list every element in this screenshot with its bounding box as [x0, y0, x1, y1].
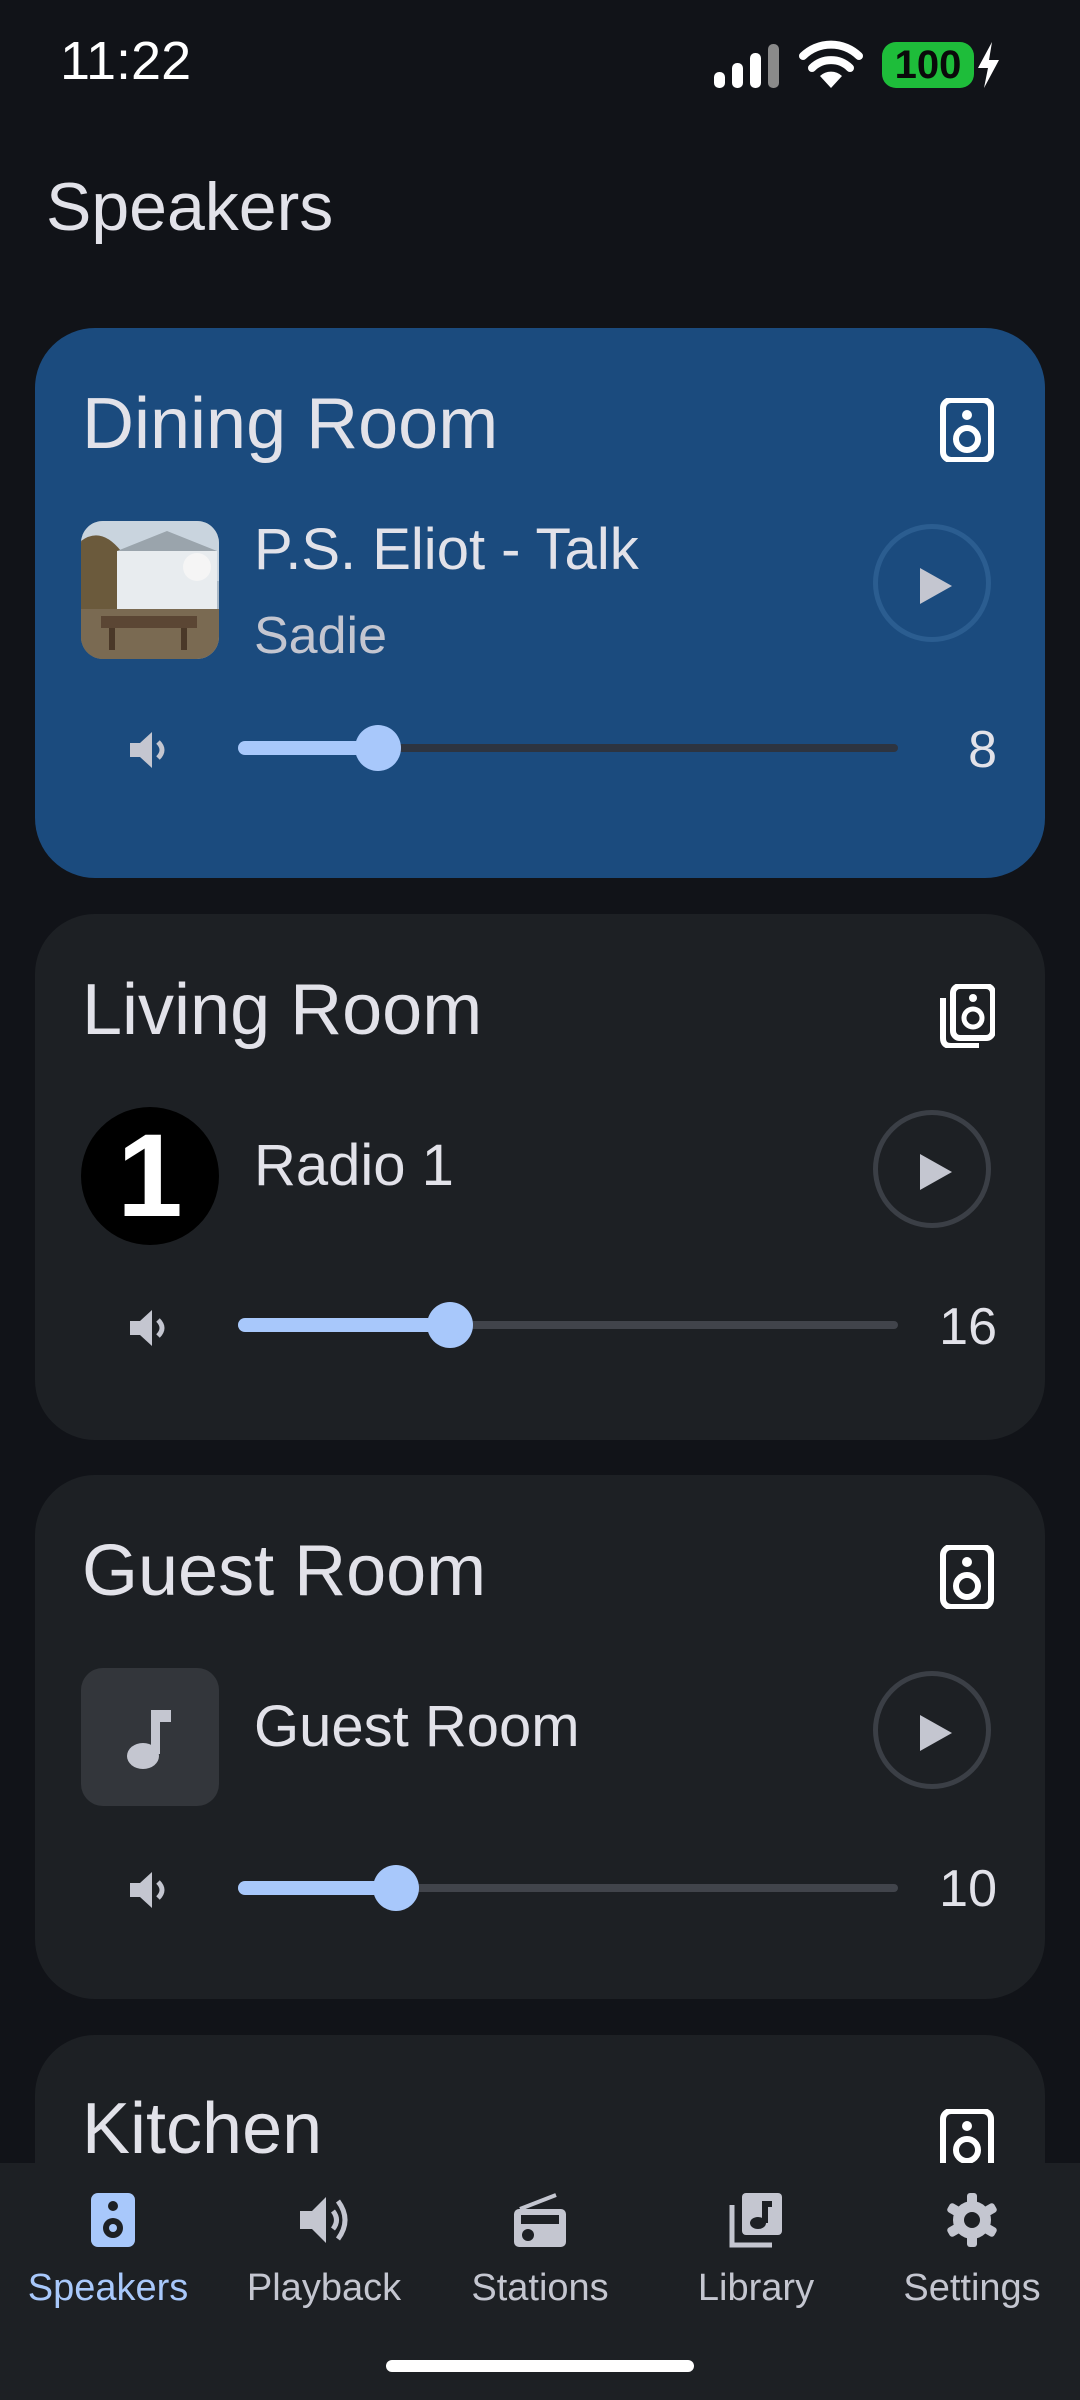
speaker-icon[interactable] — [939, 398, 995, 462]
wifi-icon — [799, 40, 863, 88]
nav-settings[interactable]: Settings — [864, 2163, 1080, 2353]
nav-label: Library — [697, 2267, 815, 2309]
library-music-icon — [729, 2193, 782, 2248]
battery-indicator: 100 — [882, 40, 1000, 90]
volume-slider[interactable] — [238, 1300, 898, 1350]
home-indicator[interactable] — [386, 2360, 694, 2372]
cellular-signal-icon — [714, 44, 779, 88]
volume-icon — [130, 1310, 165, 1346]
volume-slider[interactable] — [238, 1863, 898, 1913]
volume-value: 10 — [939, 1860, 997, 1918]
source-name: Guest Room — [254, 1694, 580, 1759]
status-time: 11:22 — [60, 31, 192, 91]
gear-icon — [947, 2193, 997, 2247]
nav-speakers[interactable]: Speakers — [0, 2163, 216, 2353]
battery-level: 100 — [882, 42, 974, 88]
speaker-icon — [91, 2193, 135, 2247]
nav-label: Stations — [471, 2267, 609, 2309]
nav-label: Playback — [246, 2267, 402, 2309]
album-art — [81, 521, 219, 659]
nav-label: Settings — [903, 2267, 1041, 2309]
room-name: Guest Room — [82, 1531, 487, 1611]
speaker-card-guest-room[interactable]: Guest Room Guest Room 10 — [35, 1475, 1045, 1999]
slider-thumb[interactable] — [427, 1302, 473, 1348]
track-artist: Sadie — [254, 607, 387, 665]
radio-icon — [514, 2193, 566, 2247]
slider-thumb[interactable] — [355, 725, 401, 771]
volume-value: 8 — [968, 721, 997, 779]
nav-stations[interactable]: Stations — [432, 2163, 648, 2353]
room-name: Kitchen — [82, 2089, 323, 2169]
speaker-card-dining-room[interactable]: Dining Room P.S. Eliot - Talk Sadie 8 — [35, 328, 1045, 878]
radio-1-logo-text: 1 — [117, 1110, 183, 1242]
play-button[interactable] — [873, 1671, 991, 1789]
page-title: Speakers — [46, 169, 334, 245]
charging-bolt-icon — [978, 42, 999, 88]
speaker-card-living-room[interactable]: Living Room 1 Radio 1 16 — [35, 914, 1045, 1440]
play-button[interactable] — [873, 1110, 991, 1228]
music-note-icon — [81, 1668, 219, 1806]
station-name: Radio 1 — [254, 1133, 454, 1198]
slider-fill — [238, 1318, 450, 1332]
volume-icon — [300, 2197, 348, 2243]
nav-label: Speakers — [27, 2267, 189, 2309]
speaker-icon[interactable] — [939, 1545, 995, 1609]
track-title: P.S. Eliot - Talk — [254, 517, 639, 582]
speaker-group-icon[interactable] — [939, 984, 995, 1048]
room-name: Living Room — [82, 970, 483, 1050]
volume-value: 16 — [939, 1298, 997, 1356]
nav-playback[interactable]: Playback — [216, 2163, 432, 2353]
status-bar: 11:22 100 — [0, 0, 1080, 130]
nav-library[interactable]: Library — [648, 2163, 864, 2353]
slider-thumb[interactable] — [373, 1865, 419, 1911]
volume-icon — [130, 1872, 165, 1908]
volume-icon — [130, 732, 165, 768]
volume-slider[interactable] — [238, 723, 898, 773]
radio-1-logo: 1 — [81, 1107, 219, 1245]
play-button[interactable] — [873, 524, 991, 642]
room-name: Dining Room — [82, 384, 499, 464]
